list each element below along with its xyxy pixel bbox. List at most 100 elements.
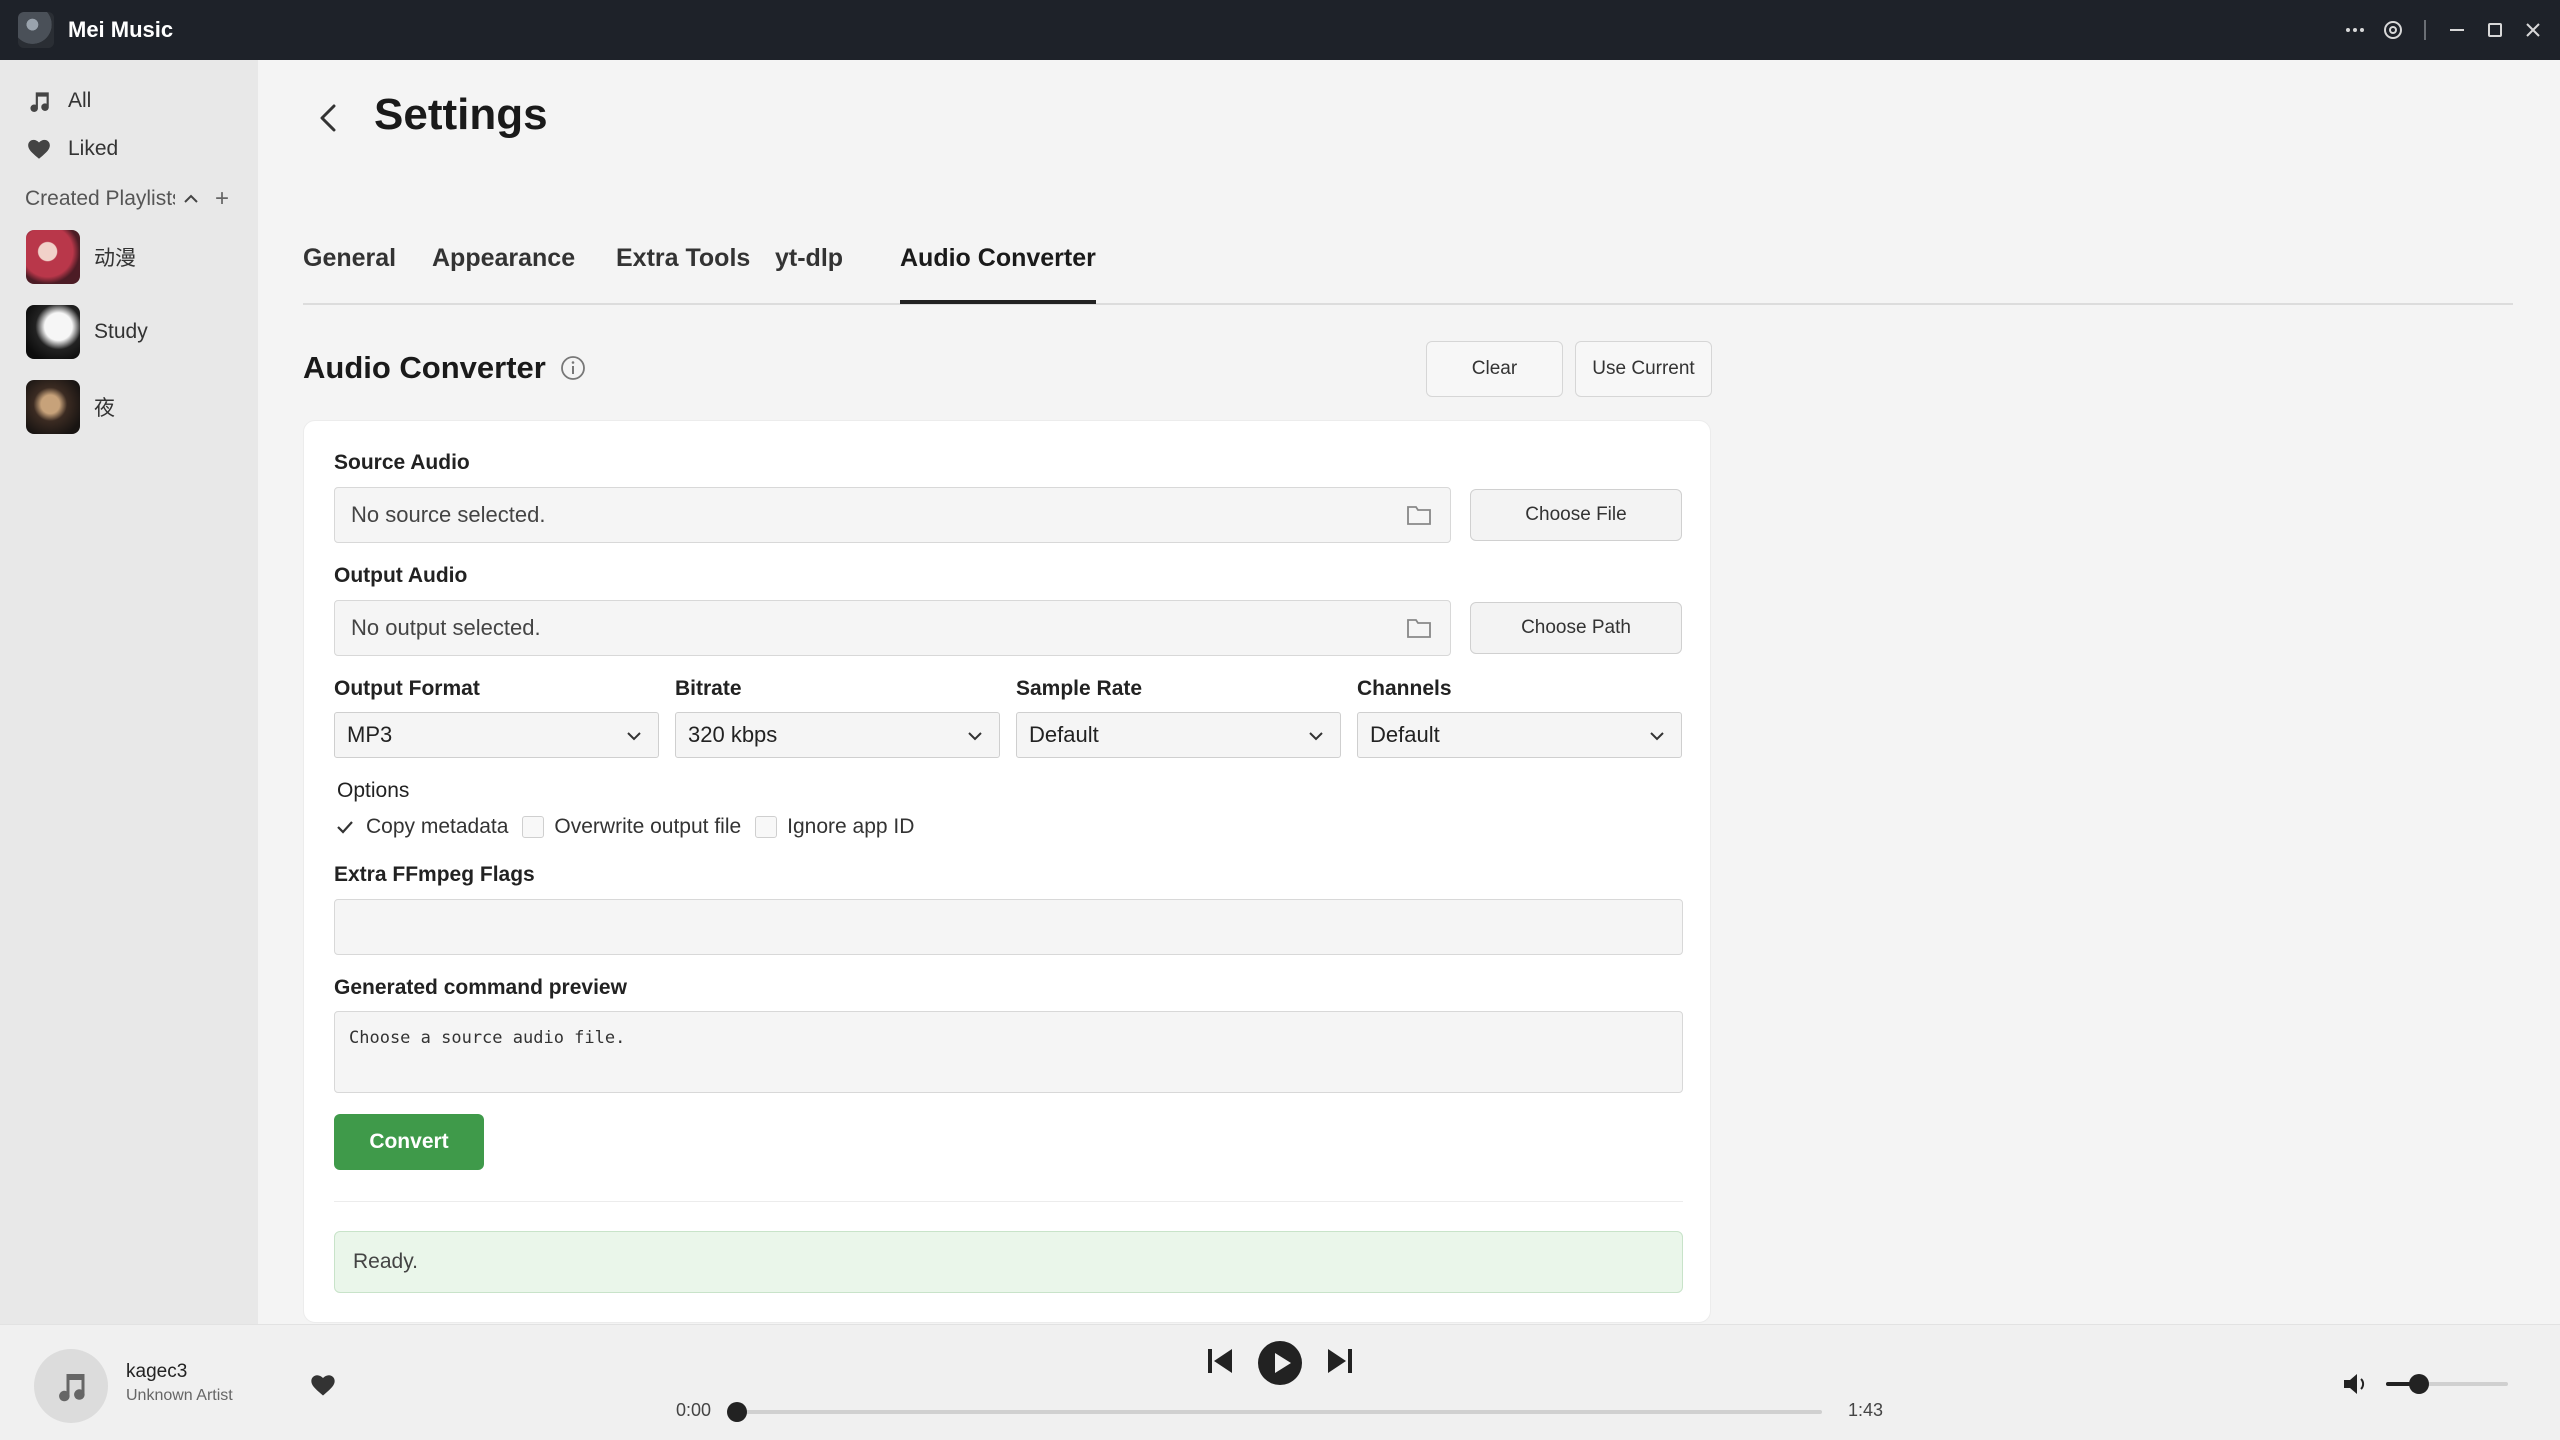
select-value: 320 kbps xyxy=(688,722,778,747)
info-icon[interactable] xyxy=(560,355,586,381)
sidebar-item-label: Liked xyxy=(68,137,119,160)
bitrate-label: Bitrate xyxy=(675,677,742,700)
folder-icon[interactable] xyxy=(1406,503,1432,527)
folder-icon[interactable] xyxy=(1406,616,1432,640)
sample-rate-select[interactable]: Default xyxy=(1016,712,1341,758)
options-label: Options xyxy=(337,779,410,802)
music-note-icon xyxy=(30,92,49,113)
track-cover[interactable] xyxy=(34,1349,108,1423)
output-audio-value: No output selected. xyxy=(351,615,541,640)
tab-audio-converter[interactable]: Audio Converter xyxy=(900,180,1096,304)
tab-general[interactable]: General xyxy=(303,180,396,304)
add-playlist-icon[interactable]: + xyxy=(215,185,229,213)
convert-button[interactable]: Convert xyxy=(334,1114,484,1170)
app-logo xyxy=(18,12,54,48)
separator xyxy=(2424,20,2426,40)
minimize-icon[interactable] xyxy=(2438,0,2476,60)
sample-rate-label: Sample Rate xyxy=(1016,677,1143,700)
source-audio-value: No source selected. xyxy=(351,502,546,527)
sidebar-item-all[interactable]: All xyxy=(0,77,258,125)
close-icon[interactable] xyxy=(2514,0,2552,60)
volume-slider[interactable] xyxy=(2386,1382,2508,1386)
sidebar-item-label: All xyxy=(68,89,92,112)
source-audio-label: Source Audio xyxy=(334,451,470,474)
progress-bar[interactable] xyxy=(737,1410,1822,1414)
overwrite-output-option[interactable]: Overwrite output file xyxy=(522,815,741,839)
use-current-button[interactable]: Use Current xyxy=(1575,341,1712,397)
checkbox[interactable] xyxy=(522,816,545,838)
sidebar-playlist-item[interactable]: 夜 xyxy=(0,369,258,444)
select-value: Default xyxy=(1029,722,1099,747)
sidebar: All Liked Created Playlists + 动漫 Study 夜 xyxy=(0,60,258,1324)
chevron-down-icon xyxy=(627,732,641,741)
bitrate-select[interactable]: 320 kbps xyxy=(675,712,1000,758)
section-title: Audio Converter xyxy=(303,350,546,385)
music-note-icon xyxy=(59,1374,85,1402)
channels-label: Channels xyxy=(1357,677,1452,700)
maximize-icon[interactable] xyxy=(2476,0,2514,60)
window-controls xyxy=(2336,0,2560,60)
ignore-app-id-option[interactable]: Ignore app ID xyxy=(755,815,914,839)
settings-tabs: General Appearance Extra Tools yt-dlp Au… xyxy=(303,180,2513,305)
progress-handle[interactable] xyxy=(727,1402,747,1422)
channels-select[interactable]: Default xyxy=(1357,712,1682,758)
playlist-label: Study xyxy=(94,319,148,343)
status-message: Ready. xyxy=(334,1231,1683,1293)
command-preview-label: Generated command preview xyxy=(334,976,627,999)
checkbox-checked[interactable] xyxy=(334,816,356,838)
track-artist: Unknown Artist xyxy=(126,1387,233,1404)
section-label: Created Playlists xyxy=(25,187,175,210)
settings-icon[interactable] xyxy=(2374,0,2412,60)
page-title: Settings xyxy=(374,90,548,139)
app-title: Mei Music xyxy=(68,17,174,42)
converter-card: Source Audio No source selected. Choose … xyxy=(303,420,1711,1323)
output-format-label: Output Format xyxy=(334,677,480,700)
checkbox[interactable] xyxy=(755,816,778,838)
ffmpeg-flags-label: Extra FFmpeg Flags xyxy=(334,863,535,886)
checkmark-icon xyxy=(337,821,353,834)
previous-track-icon[interactable] xyxy=(1204,1345,1236,1377)
command-preview[interactable]: Choose a source audio file. xyxy=(334,1011,1683,1093)
tab-yt-dlp[interactable]: yt-dlp xyxy=(775,180,843,304)
next-track-icon[interactable] xyxy=(1324,1345,1356,1377)
sidebar-playlist-item[interactable]: Study xyxy=(0,294,258,369)
heart-icon xyxy=(28,139,50,159)
chevron-down-icon xyxy=(1309,732,1323,741)
source-audio-field[interactable]: No source selected. xyxy=(334,487,1451,543)
main-content: Settings General Appearance Extra Tools … xyxy=(258,60,2560,1324)
section-header: Audio Converter xyxy=(303,350,586,386)
choose-path-button[interactable]: Choose Path xyxy=(1470,602,1682,654)
heart-icon[interactable] xyxy=(308,1371,338,1399)
chevron-down-icon xyxy=(968,732,982,741)
ffmpeg-flags-input[interactable] xyxy=(334,899,1683,955)
back-arrow-icon[interactable] xyxy=(308,98,348,138)
volume-icon[interactable] xyxy=(2340,1369,2370,1399)
tab-appearance[interactable]: Appearance xyxy=(432,180,575,304)
choose-file-button[interactable]: Choose File xyxy=(1470,489,1682,541)
created-playlists-header: Created Playlists + xyxy=(0,181,258,217)
volume-handle[interactable] xyxy=(2408,1374,2429,1394)
tab-extra-tools[interactable]: Extra Tools xyxy=(616,180,750,304)
sidebar-playlist-item[interactable]: 动漫 xyxy=(0,219,258,294)
play-icon[interactable] xyxy=(1256,1339,1304,1387)
copy-metadata-option[interactable]: Copy metadata xyxy=(334,815,508,839)
title-bar: Mei Music xyxy=(0,0,2560,60)
option-label: Overwrite output file xyxy=(554,815,742,838)
chevron-up-icon[interactable] xyxy=(181,189,201,209)
select-value: Default xyxy=(1370,722,1440,747)
playlist-label: 夜 xyxy=(94,396,115,420)
track-title: kagec3 xyxy=(126,1361,188,1382)
more-options-icon[interactable] xyxy=(2336,0,2374,60)
sidebar-item-liked[interactable]: Liked xyxy=(0,125,258,173)
output-audio-field[interactable]: No output selected. xyxy=(334,600,1451,656)
option-label: Ignore app ID xyxy=(787,815,915,838)
current-time: 0:00 xyxy=(676,1400,712,1420)
playlist-label: 动漫 xyxy=(94,246,136,270)
chevron-down-icon xyxy=(1650,732,1664,741)
select-value: MP3 xyxy=(347,722,393,747)
option-label: Copy metadata xyxy=(366,815,509,838)
output-format-select[interactable]: MP3 xyxy=(334,712,659,758)
clear-button[interactable]: Clear xyxy=(1426,341,1563,397)
output-audio-label: Output Audio xyxy=(334,564,468,587)
playlist-cover xyxy=(26,229,80,284)
